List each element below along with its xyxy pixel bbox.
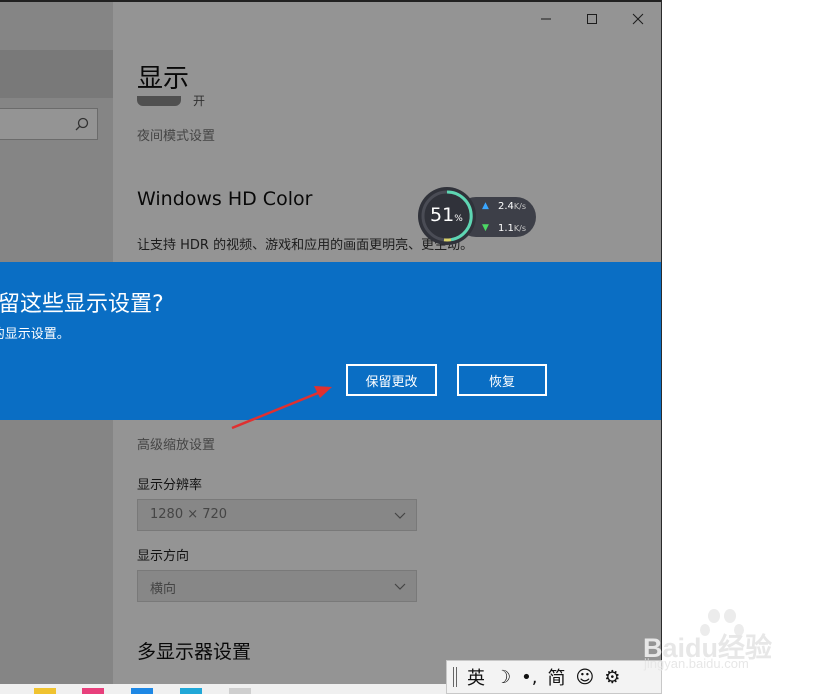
revert-button[interactable]: 恢复 <box>457 364 547 396</box>
ime-simplified-toggle[interactable]: 简 <box>547 664 565 690</box>
watermark-url: jingyan.baidu.com <box>644 656 749 671</box>
download-arrow-icon: ▼ <box>482 223 489 233</box>
ime-language-toggle[interactable]: 英 <box>467 664 485 690</box>
upload-arrow-icon: ▲ <box>482 201 489 211</box>
upload-rate: 2.4K/s <box>498 201 527 212</box>
dialog-title: 要保留这些显示设置? <box>0 292 164 317</box>
taskbar <box>0 684 446 694</box>
taskbar-star-icon[interactable] <box>34 688 56 694</box>
taskbar-app-icon[interactable] <box>131 688 153 694</box>
keep-changes-button[interactable]: 保留更改 <box>346 364 437 396</box>
ime-grip-handle[interactable] <box>453 667 457 687</box>
emoji-icon[interactable]: ☺ <box>575 667 594 688</box>
punctuation-icon[interactable]: •, <box>521 667 537 688</box>
download-rate: 1.1K/s <box>498 223 527 234</box>
network-speed-widget: 51% ▲ 2.4K/s ▼ 1.1K/s <box>418 187 538 245</box>
ime-toolbar: 英 ☽ •, 简 ☺ ⚙ <box>446 660 662 694</box>
memory-percent: 51% <box>430 204 463 226</box>
taskbar-app-icon[interactable] <box>180 688 202 694</box>
taskbar-app-icon[interactable] <box>82 688 104 694</box>
screen: 显示 开 夜间模式设置 Windows HD Color 让支持 HDR 的视频… <box>0 0 836 694</box>
dialog-description: 将在 14 秒内还原为以前的显示设置。 <box>0 327 70 342</box>
gear-icon[interactable]: ⚙ <box>604 667 620 688</box>
settings-window: 显示 开 夜间模式设置 Windows HD Color 让支持 HDR 的视频… <box>0 0 662 694</box>
keep-display-settings-dialog: 要保留这些显示设置? 将在 14 秒内还原为以前的显示设置。 保留更改 恢复 <box>0 262 661 420</box>
memory-gauge: 51% <box>418 187 476 245</box>
desktop-background <box>662 0 836 694</box>
taskbar-app-icon[interactable] <box>229 688 251 694</box>
moon-icon[interactable]: ☽ <box>495 667 511 688</box>
